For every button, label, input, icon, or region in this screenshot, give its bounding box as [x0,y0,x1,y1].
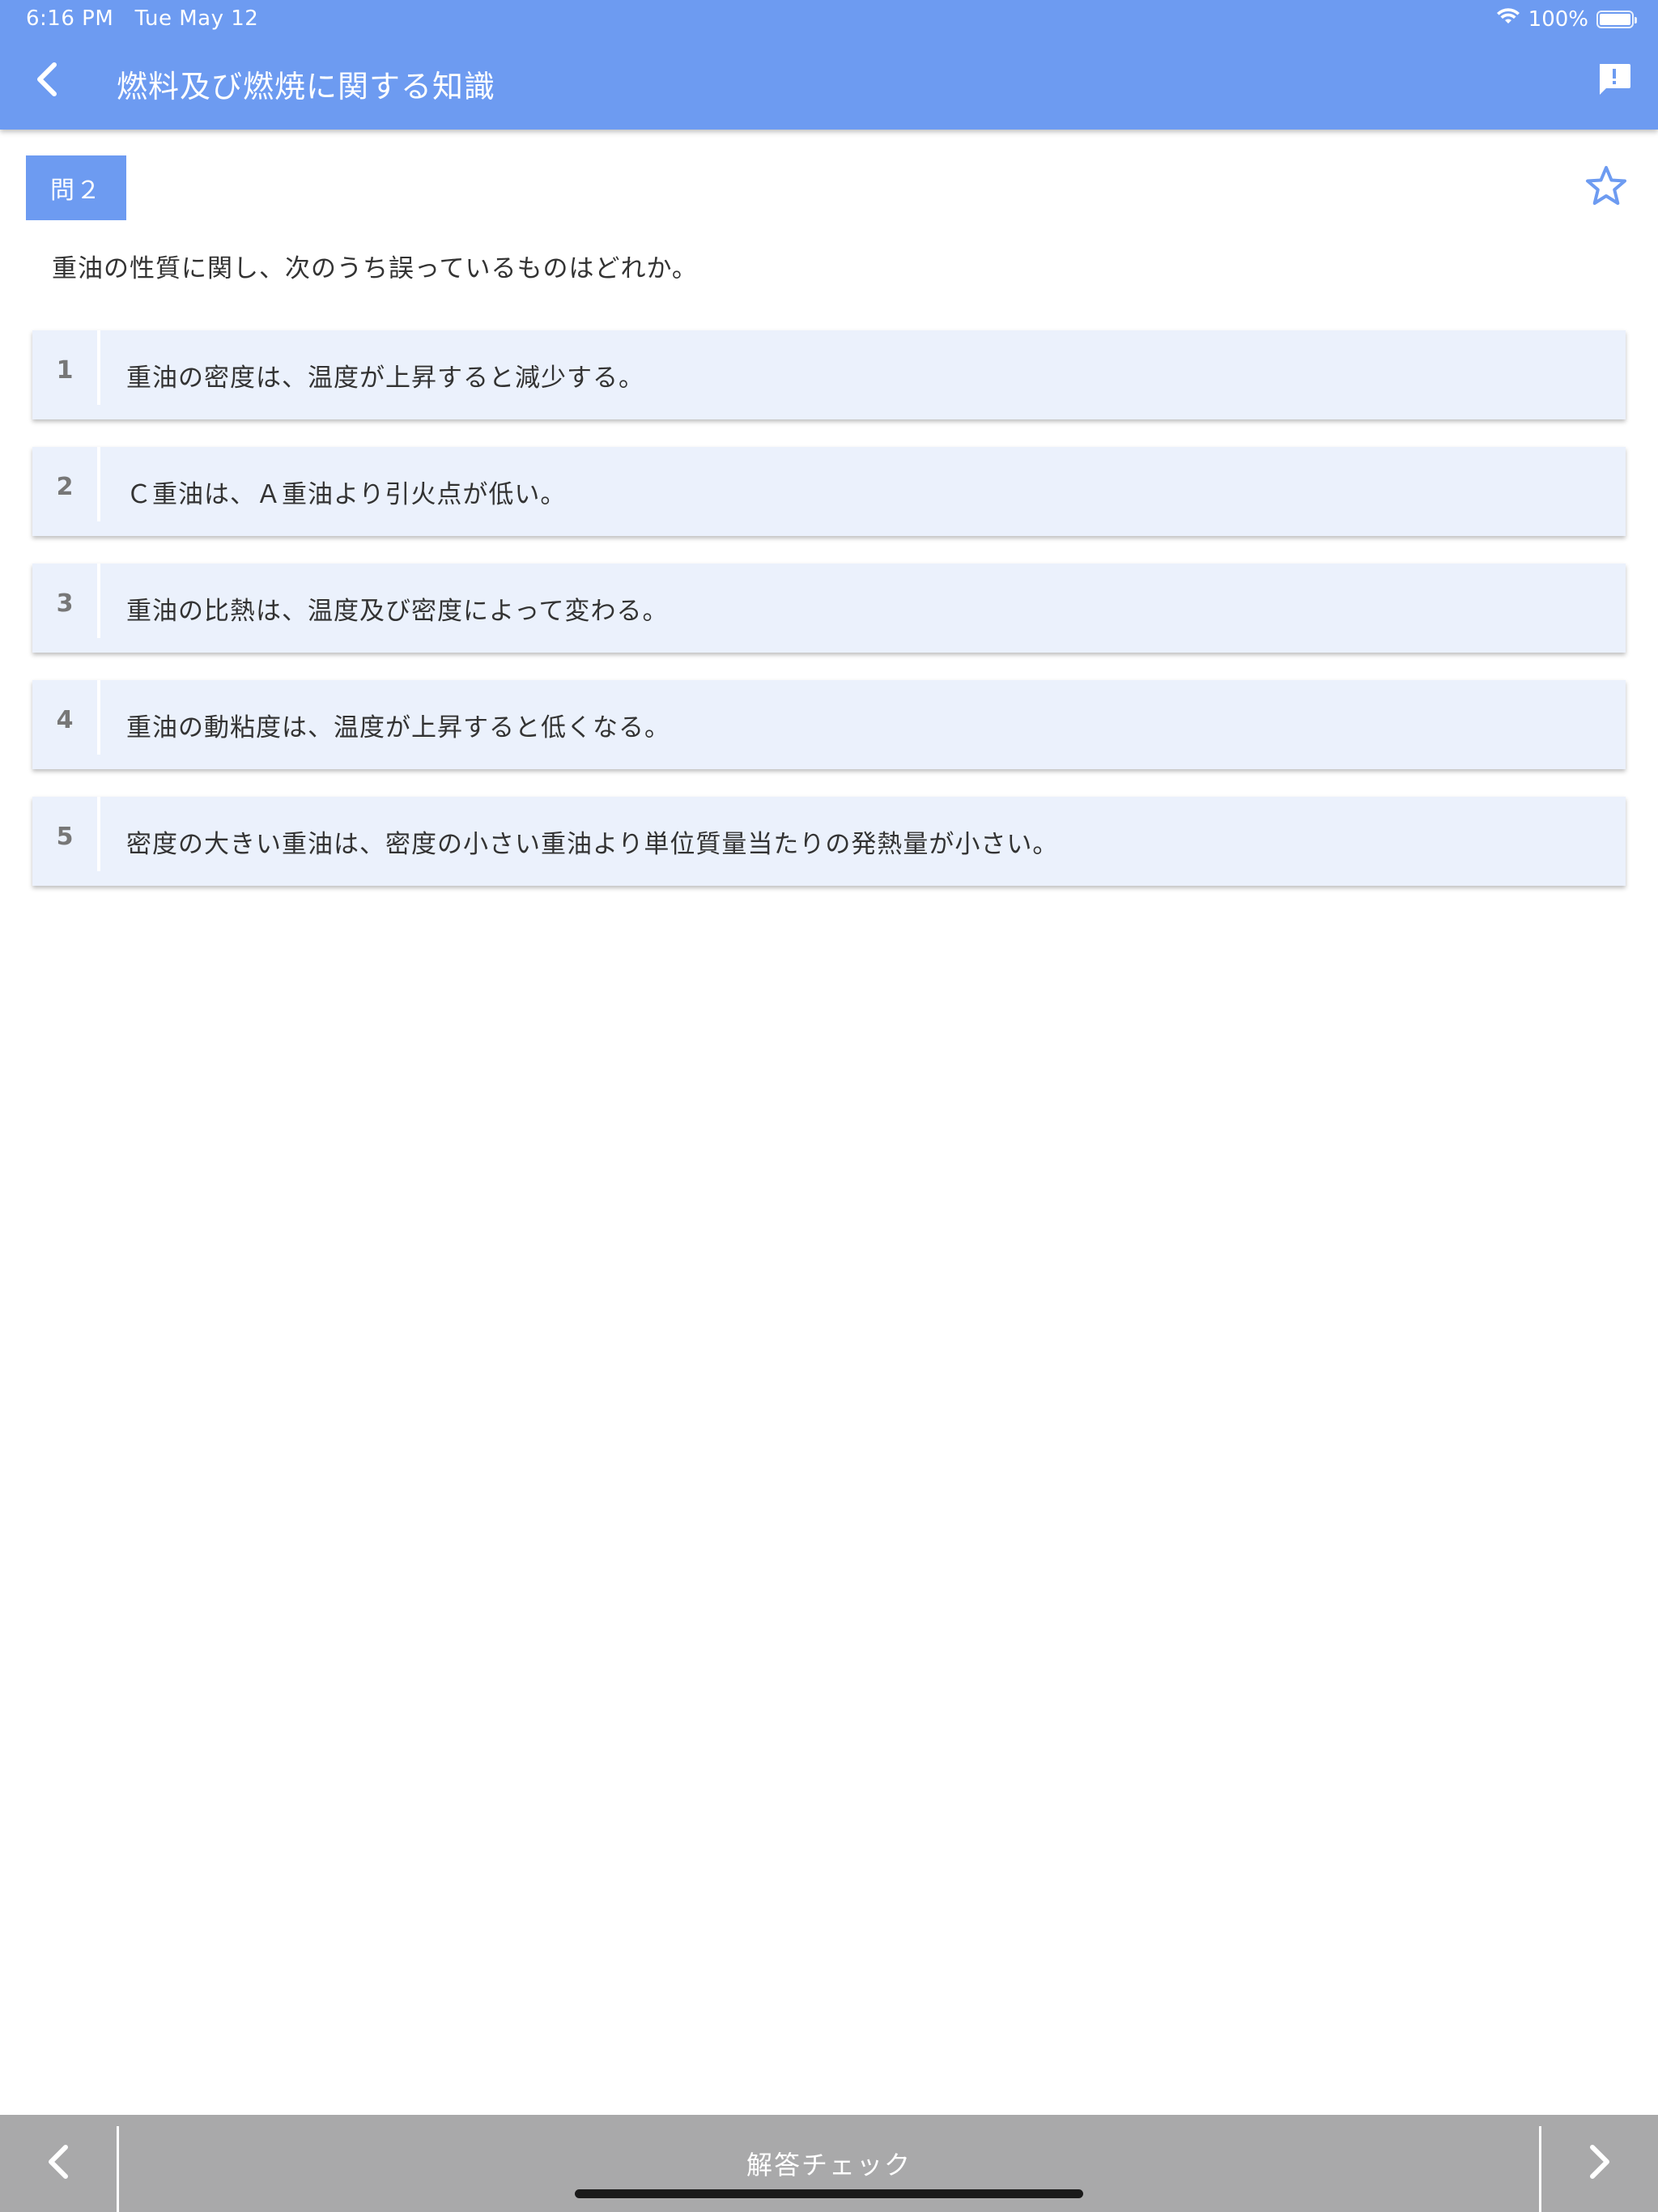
home-indicator [575,2189,1083,2198]
wifi-icon [1496,7,1520,32]
page-title: 燃料及び燃焼に関する知識 [117,69,496,104]
favorite-button[interactable] [1580,162,1632,214]
choice-list: 1 重油の密度は、温度が上昇すると減少する。 2 Ｃ重油は、Ａ重油より引火点が低… [32,330,1626,913]
feedback-icon [1596,62,1632,100]
battery-percent: 100% [1528,7,1588,32]
choice-number: 1 [56,356,74,385]
report-button[interactable] [1595,62,1634,100]
chevron-left-icon [46,2144,70,2183]
app-header: 6:16 PM Tue May 12 100% 燃料及び燃焼に関する知識 [0,0,1658,130]
previous-question-button[interactable] [0,2115,117,2212]
choice-item-1[interactable]: 1 重油の密度は、温度が上昇すると減少する。 [32,330,1626,419]
choice-number: 2 [56,473,74,501]
choice-text: 重油の動粘度は、温度が上昇すると低くなる。 [126,713,670,742]
battery-icon [1596,11,1637,28]
choice-item-5[interactable]: 5 密度の大きい重油は、密度の小さい重油より単位質量当たりの発熱量が小さい。 [32,797,1626,886]
status-date: Tue May 12 [134,6,259,31]
next-question-button[interactable] [1541,2115,1658,2212]
star-outline-icon [1584,164,1628,211]
choice-item-4[interactable]: 4 重油の動粘度は、温度が上昇すると低くなる。 [32,680,1626,769]
choice-number: 5 [56,823,74,851]
status-indicators: 100% [1496,6,1637,32]
choice-item-3[interactable]: 3 重油の比熱は、温度及び密度によって変わる。 [32,564,1626,653]
chevron-right-icon [1588,2144,1612,2183]
choice-text: 重油の比熱は、温度及び密度によって変わる。 [126,596,669,626]
choice-text: 重油の密度は、温度が上昇すると減少する。 [126,363,644,393]
question-text: 重油の性質に関し、次のうち誤っているものはどれか。 [52,254,698,283]
choice-number: 3 [56,589,74,618]
choice-item-2[interactable]: 2 Ｃ重油は、Ａ重油より引火点が低い。 [32,447,1626,536]
choice-number: 4 [56,706,74,734]
status-time: 6:16 PM Tue May 12 [26,6,258,31]
chevron-left-icon [35,62,59,100]
status-clock: 6:16 PM [26,6,114,31]
question-number-badge: 問２ [26,155,126,220]
choice-text: 密度の大きい重油は、密度の小さい重油より単位質量当たりの発熱量が小さい。 [126,829,1059,859]
back-button[interactable] [18,52,76,110]
choice-text: Ｃ重油は、Ａ重油より引火点が低い。 [126,479,567,509]
battery-fill [1600,14,1630,25]
